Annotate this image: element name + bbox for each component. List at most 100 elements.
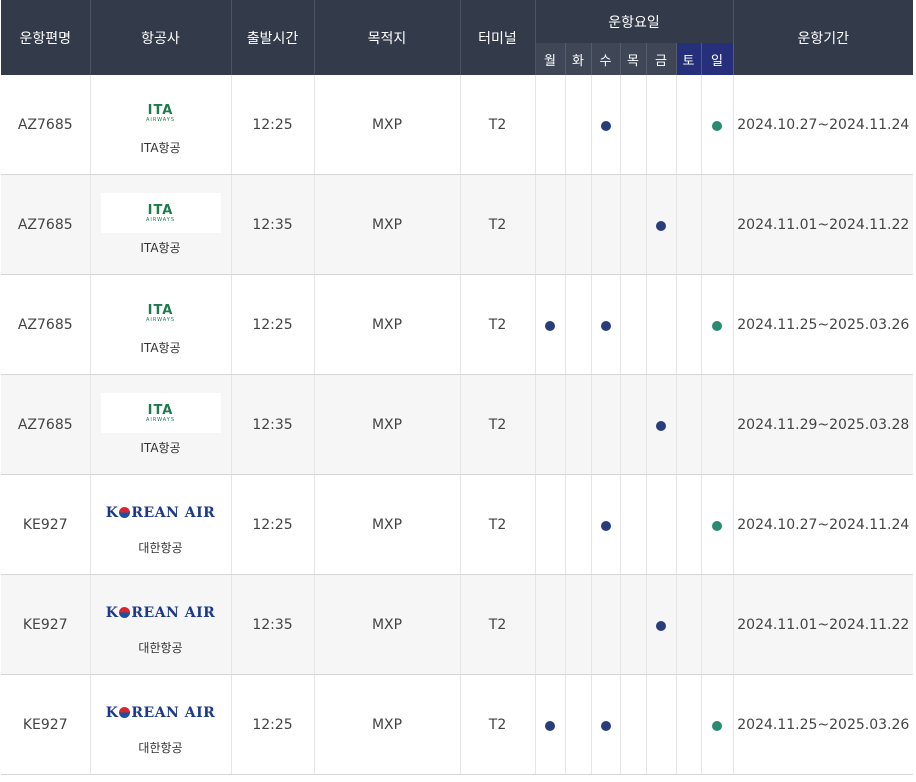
airline-cell: ITA AIRWAYS ITA항공: [90, 75, 232, 175]
airline-cell: K REAN AIR 대한항공: [90, 674, 232, 775]
destination: MXP: [314, 674, 461, 775]
flight-number: KE927: [1, 474, 91, 575]
col-header-operating-days: 운항요일: [535, 0, 734, 43]
airline-cell: ITA AIRWAYS ITA항공: [90, 274, 232, 375]
flight-number: AZ7685: [1, 274, 91, 375]
day-cell-mon: [535, 474, 566, 575]
departure-time: 12:35: [231, 174, 315, 275]
day-cell-thu: [620, 374, 647, 475]
destination: MXP: [314, 75, 461, 175]
operating-day-dot: [600, 520, 611, 531]
day-cell-sun: [701, 474, 734, 575]
table-row: AZ7685 ITA AIRWAYS ITA항공 12:35 MXP T2 2024…: [1, 174, 914, 275]
operating-day-dot: [656, 420, 666, 431]
col-header-flight: 운항편명: [1, 0, 91, 75]
terminal: T2: [460, 174, 536, 275]
operating-period: 2024.11.01~2024.11.22: [733, 174, 914, 275]
destination: MXP: [314, 374, 461, 475]
day-cell-wed: [591, 174, 621, 275]
operating-day-dot: [712, 720, 723, 731]
operating-day-dot: [712, 320, 723, 331]
day-cell-thu: [620, 474, 647, 575]
destination: MXP: [314, 474, 461, 575]
airline-name: ITA항공: [140, 141, 181, 155]
departure-time: 12:25: [231, 474, 315, 575]
day-header-fri: 금: [646, 43, 677, 75]
flight-number: AZ7685: [1, 75, 91, 175]
day-cell-wed: [591, 574, 621, 675]
day-cell-wed: [591, 75, 621, 175]
day-cell-tue: [565, 174, 592, 275]
operating-period: 2024.11.25~2025.03.26: [733, 274, 914, 375]
day-header-thu: 목: [620, 43, 647, 75]
day-cell-thu: [620, 674, 647, 775]
schedule-body: AZ7685 ITA AIRWAYS ITA항공 12:25 MXP T2 2024…: [1, 75, 914, 775]
day-cell-fri: [646, 674, 677, 775]
table-row: KE927 K REAN AIR 대한항공 12:25 MXP T2 2024.10…: [1, 474, 914, 575]
terminal: T2: [460, 674, 536, 775]
destination: MXP: [314, 174, 461, 275]
terminal: T2: [460, 474, 536, 575]
airline-name: ITA항공: [140, 441, 181, 455]
operating-day-dot: [600, 320, 611, 331]
col-header-airline: 항공사: [90, 0, 232, 75]
airline-logo: K REAN AIR: [101, 693, 221, 733]
day-cell-tue: [565, 75, 592, 175]
operating-period: 2024.11.29~2025.03.28: [733, 374, 914, 475]
destination: MXP: [314, 274, 461, 375]
airline-name: 대한항공: [138, 741, 183, 755]
airline-logo: K REAN AIR: [101, 593, 221, 633]
airline-name: 대한항공: [138, 541, 183, 555]
ita-airways-logo: ITA AIRWAYS: [145, 102, 176, 123]
day-cell-sat: [676, 474, 702, 575]
day-cell-sat: [676, 574, 702, 675]
day-cell-thu: [620, 274, 647, 375]
day-cell-fri: [646, 174, 677, 275]
day-cell-wed: [591, 474, 621, 575]
operating-day-dot: [712, 520, 723, 531]
airline-cell: K REAN AIR 대한항공: [90, 574, 232, 675]
day-cell-sun: [701, 174, 734, 275]
korean-air-logo: K REAN AIR: [105, 605, 216, 621]
day-cell-sun: [701, 274, 734, 375]
airline-logo: K REAN AIR: [101, 493, 221, 533]
table-row: AZ7685 ITA AIRWAYS ITA항공 12:25 MXP T2 2024…: [1, 75, 914, 175]
day-cell-sat: [676, 174, 702, 275]
airline-name: 대한항공: [138, 641, 183, 655]
day-cell-sat: [676, 75, 702, 175]
day-cell-mon: [535, 174, 566, 275]
day-cell-sat: [676, 374, 702, 475]
day-cell-wed: [591, 374, 621, 475]
day-header-wed: 수: [591, 43, 621, 75]
day-cell-tue: [565, 674, 592, 775]
destination: MXP: [314, 574, 461, 675]
operating-day-dot: [545, 320, 555, 331]
ita-airways-logo: ITA AIRWAYS: [145, 302, 176, 323]
operating-day-dot: [656, 220, 666, 231]
day-header-tue: 화: [565, 43, 592, 75]
terminal: T2: [460, 374, 536, 475]
terminal: T2: [460, 574, 536, 675]
day-cell-mon: [535, 274, 566, 375]
day-cell-thu: [620, 174, 647, 275]
departure-time: 12:35: [231, 374, 315, 475]
table-row: KE927 K REAN AIR 대한항공 12:25 MXP T2 2024.11…: [1, 674, 914, 775]
airline-cell: ITA AIRWAYS ITA항공: [90, 174, 232, 275]
korean-air-logo: K REAN AIR: [105, 705, 216, 721]
ita-airways-logo: ITA AIRWAYS: [145, 202, 176, 223]
departure-time: 12:25: [231, 274, 315, 375]
day-cell-wed: [591, 674, 621, 775]
day-cell-fri: [646, 75, 677, 175]
day-cell-sat: [676, 674, 702, 775]
operating-period: 2024.11.25~2025.03.26: [733, 674, 914, 775]
operating-period: 2024.10.27~2024.11.24: [733, 75, 914, 175]
day-cell-fri: [646, 574, 677, 675]
operating-day-dot: [600, 120, 611, 131]
departure-time: 12:25: [231, 674, 315, 775]
airline-logo: ITA AIRWAYS: [100, 393, 221, 433]
day-cell-mon: [535, 374, 566, 475]
day-cell-thu: [620, 574, 647, 675]
departure-time: 12:25: [231, 75, 315, 175]
day-header-mon: 월: [535, 43, 566, 75]
ita-airways-logo: ITA AIRWAYS: [145, 402, 176, 423]
